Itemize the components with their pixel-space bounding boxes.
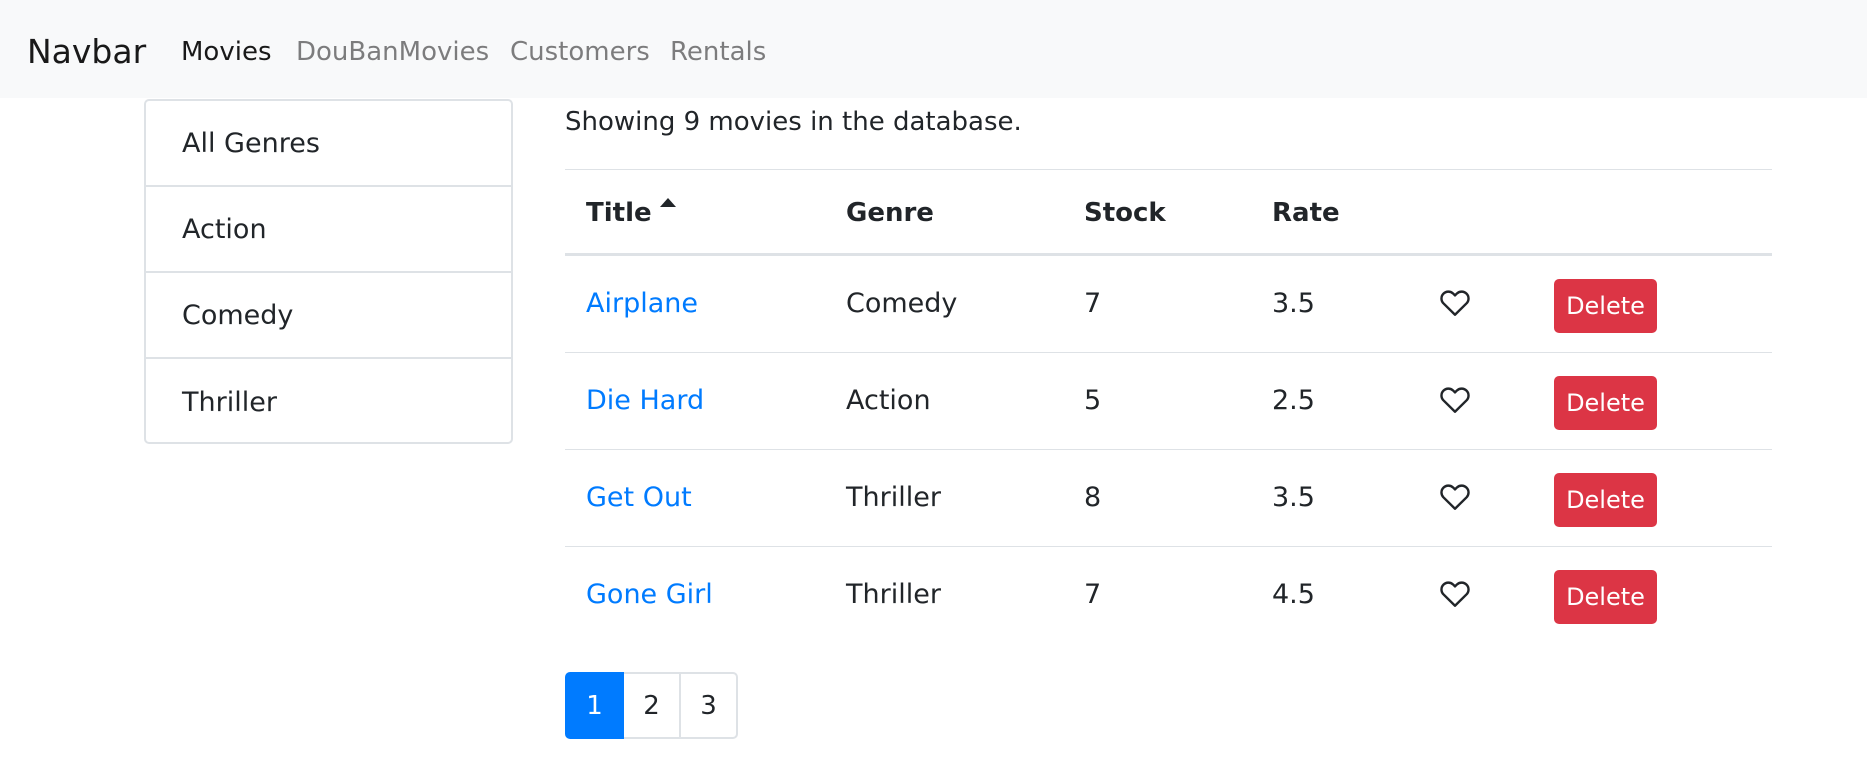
genre-item-comedy[interactable]: Comedy [146,273,511,359]
delete-button[interactable]: Delete [1554,570,1657,624]
movie-rate: 3.5 [1272,288,1315,319]
page-link-2[interactable]: 2 [622,672,681,739]
table-row: Airplane Comedy 7 3.5 Delete [565,256,1772,353]
movies-count-text: Showing 9 movies in the database. [565,107,1022,137]
movie-stock: 8 [1084,482,1102,513]
genre-item-all[interactable]: All Genres [146,101,511,187]
movie-genre: Thriller [846,482,941,513]
table-row: Get Out Thriller 8 3.5 Delete [565,450,1772,547]
movie-title-link[interactable]: Airplane [586,286,698,322]
delete-button[interactable]: Delete [1554,279,1657,333]
column-header-title[interactable]: Title [586,196,676,230]
heart-outline-icon[interactable] [1437,381,1473,417]
movie-title-link[interactable]: Get Out [586,480,692,516]
nav-link-doubanmovies[interactable]: DouBanMovies [296,35,489,69]
navbar: Navbar Movies DouBanMovies Customers Ren… [0,0,1867,98]
heart-outline-icon[interactable] [1437,478,1473,514]
movies-table: Title Genre Stock Rate Airplane Comedy 7… [565,169,1772,644]
table-row: Gone Girl Thriller 7 4.5 Delete [565,547,1772,644]
delete-button[interactable]: Delete [1554,473,1657,527]
movie-stock: 7 [1084,288,1102,319]
movie-stock: 5 [1084,385,1102,416]
column-header-genre[interactable]: Genre [846,196,934,230]
movie-genre: Action [846,385,931,416]
movie-rate: 2.5 [1272,385,1315,416]
nav-link-movies[interactable]: Movies [181,35,272,69]
table-row: Die Hard Action 5 2.5 Delete [565,353,1772,450]
movie-rate: 4.5 [1272,579,1315,610]
genre-item-action[interactable]: Action [146,187,511,273]
column-header-title-label: Title [586,198,652,228]
movie-stock: 7 [1084,579,1102,610]
pagination: 1 2 3 [565,672,738,739]
genre-item-thriller[interactable]: Thriller [146,359,511,442]
nav-link-rentals[interactable]: Rentals [670,35,766,69]
nav-link-customers[interactable]: Customers [510,35,650,69]
column-header-rate[interactable]: Rate [1272,196,1340,230]
heart-outline-icon[interactable] [1437,284,1473,320]
column-header-stock[interactable]: Stock [1084,196,1166,230]
movie-title-link[interactable]: Gone Girl [586,577,713,613]
page-link-3[interactable]: 3 [679,672,738,739]
page-link-1[interactable]: 1 [565,672,624,739]
navbar-brand[interactable]: Navbar [27,30,146,74]
caret-up-icon [659,198,676,207]
table-header: Title Genre Stock Rate [565,169,1772,256]
movie-title-link[interactable]: Die Hard [586,383,704,419]
delete-button[interactable]: Delete [1554,376,1657,430]
movie-genre: Thriller [846,579,941,610]
heart-outline-icon[interactable] [1437,575,1473,611]
genre-list: All Genres Action Comedy Thriller [144,99,513,444]
movie-rate: 3.5 [1272,482,1315,513]
movie-genre: Comedy [846,288,958,319]
